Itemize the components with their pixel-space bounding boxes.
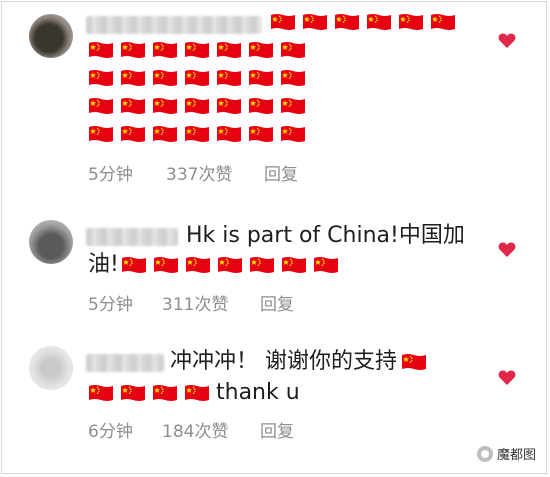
username-blurred[interactable]: [86, 16, 262, 34]
wechat-logo-icon: [476, 445, 493, 462]
heart-icon[interactable]: [498, 33, 516, 49]
china-flag-emoji-icon: [334, 13, 360, 31]
china-flag-emoji-icon: [248, 125, 274, 143]
comment-text: thank u: [88, 378, 300, 408]
china-flag-emoji-icon: [216, 97, 242, 115]
flag-emoji-row: [401, 353, 433, 371]
username-blurred[interactable]: [86, 354, 164, 372]
china-flag-emoji-icon: [313, 256, 339, 274]
comment-meta: 6分钟 184次赞 回复: [88, 417, 294, 442]
china-flag-emoji-icon: [216, 41, 242, 59]
flag-emoji-row: [121, 256, 345, 274]
like-count[interactable]: 311次赞: [162, 290, 260, 315]
flag-emoji-row: [88, 384, 216, 402]
china-flag-emoji-icon: [120, 41, 146, 59]
comment-meta: 5分钟 311次赞 回复: [88, 290, 294, 315]
heart-icon[interactable]: [498, 370, 516, 386]
china-flag-emoji-icon: [248, 69, 274, 87]
reply-button[interactable]: 回复: [260, 290, 294, 315]
china-flag-emoji-icon: [152, 384, 178, 402]
china-flag-emoji-icon: [216, 69, 242, 87]
china-flag-emoji-icon: [184, 125, 210, 143]
avatar[interactable]: [29, 14, 73, 58]
china-flag-emoji-icon: [184, 97, 210, 115]
china-flag-emoji-icon: [88, 384, 114, 402]
comment-time: 6分钟: [88, 422, 133, 442]
china-flag-emoji-icon: [152, 69, 178, 87]
flag-emoji-row: [88, 69, 312, 87]
comment-text-line: 油!: [88, 252, 119, 277]
china-flag-emoji-icon: [281, 256, 307, 274]
china-flag-emoji-icon: [120, 69, 146, 87]
china-flag-emoji-icon: [302, 13, 328, 31]
flag-emoji-row: [270, 13, 462, 31]
china-flag-emoji-icon: [152, 97, 178, 115]
china-flag-emoji-icon: [152, 41, 178, 59]
username-blurred[interactable]: [86, 228, 178, 246]
china-flag-emoji-icon: [217, 256, 243, 274]
watermark: 魔都图: [476, 444, 536, 463]
china-flag-emoji-icon: [121, 256, 147, 274]
comment-time: 5分钟: [88, 165, 133, 185]
china-flag-emoji-icon: [248, 41, 274, 59]
china-flag-emoji-icon: [216, 125, 242, 143]
flag-emoji-row: [88, 125, 312, 143]
china-flag-emoji-icon: [184, 384, 210, 402]
heart-icon[interactable]: [498, 242, 516, 258]
comment-list: 5分钟 337次赞 回复 Hk is part of China!中国加 油! …: [1, 1, 547, 474]
china-flag-emoji-icon: [120, 384, 146, 402]
china-flag-emoji-icon: [280, 69, 306, 87]
watermark-text: 魔都图: [496, 448, 536, 463]
china-flag-emoji-icon: [280, 41, 306, 59]
flag-emoji-row: [88, 41, 312, 59]
china-flag-emoji-icon: [270, 13, 296, 31]
comment-text: 油!: [88, 250, 345, 280]
china-flag-emoji-icon: [280, 125, 306, 143]
china-flag-emoji-icon: [88, 125, 114, 143]
comment-text: Hk is part of China!中国加: [186, 221, 465, 251]
china-flag-emoji-icon: [280, 97, 306, 115]
avatar[interactable]: [29, 346, 73, 390]
flag-emoji-row: [88, 97, 312, 115]
reply-button[interactable]: 回复: [264, 160, 298, 185]
china-flag-emoji-icon: [88, 97, 114, 115]
china-flag-emoji-icon: [120, 125, 146, 143]
china-flag-emoji-icon: [248, 97, 274, 115]
comment-text: 冲冲冲！ 谢谢你的支持: [170, 347, 433, 377]
china-flag-emoji-icon: [88, 41, 114, 59]
avatar[interactable]: [29, 220, 73, 264]
like-count[interactable]: 184次赞: [162, 417, 260, 442]
china-flag-emoji-icon: [120, 97, 146, 115]
china-flag-emoji-icon: [185, 256, 211, 274]
reply-button[interactable]: 回复: [260, 417, 294, 442]
china-flag-emoji-icon: [398, 13, 424, 31]
china-flag-emoji-icon: [401, 353, 427, 371]
china-flag-emoji-icon: [366, 13, 392, 31]
comment-text-line: 冲冲冲！ 谢谢你的支持: [170, 349, 397, 374]
china-flag-emoji-icon: [88, 69, 114, 87]
comment-text-line: Hk is part of China!中国加: [186, 223, 465, 248]
like-count[interactable]: 337次赞: [166, 160, 264, 185]
china-flag-emoji-icon: [184, 41, 210, 59]
china-flag-emoji-icon: [153, 256, 179, 274]
comment-text-line: thank u: [216, 380, 300, 405]
china-flag-emoji-icon: [249, 256, 275, 274]
comment-meta: 5分钟 337次赞 回复: [88, 160, 298, 185]
china-flag-emoji-icon: [430, 13, 456, 31]
china-flag-emoji-icon: [152, 125, 178, 143]
comment-time: 5分钟: [88, 295, 133, 315]
china-flag-emoji-icon: [184, 69, 210, 87]
